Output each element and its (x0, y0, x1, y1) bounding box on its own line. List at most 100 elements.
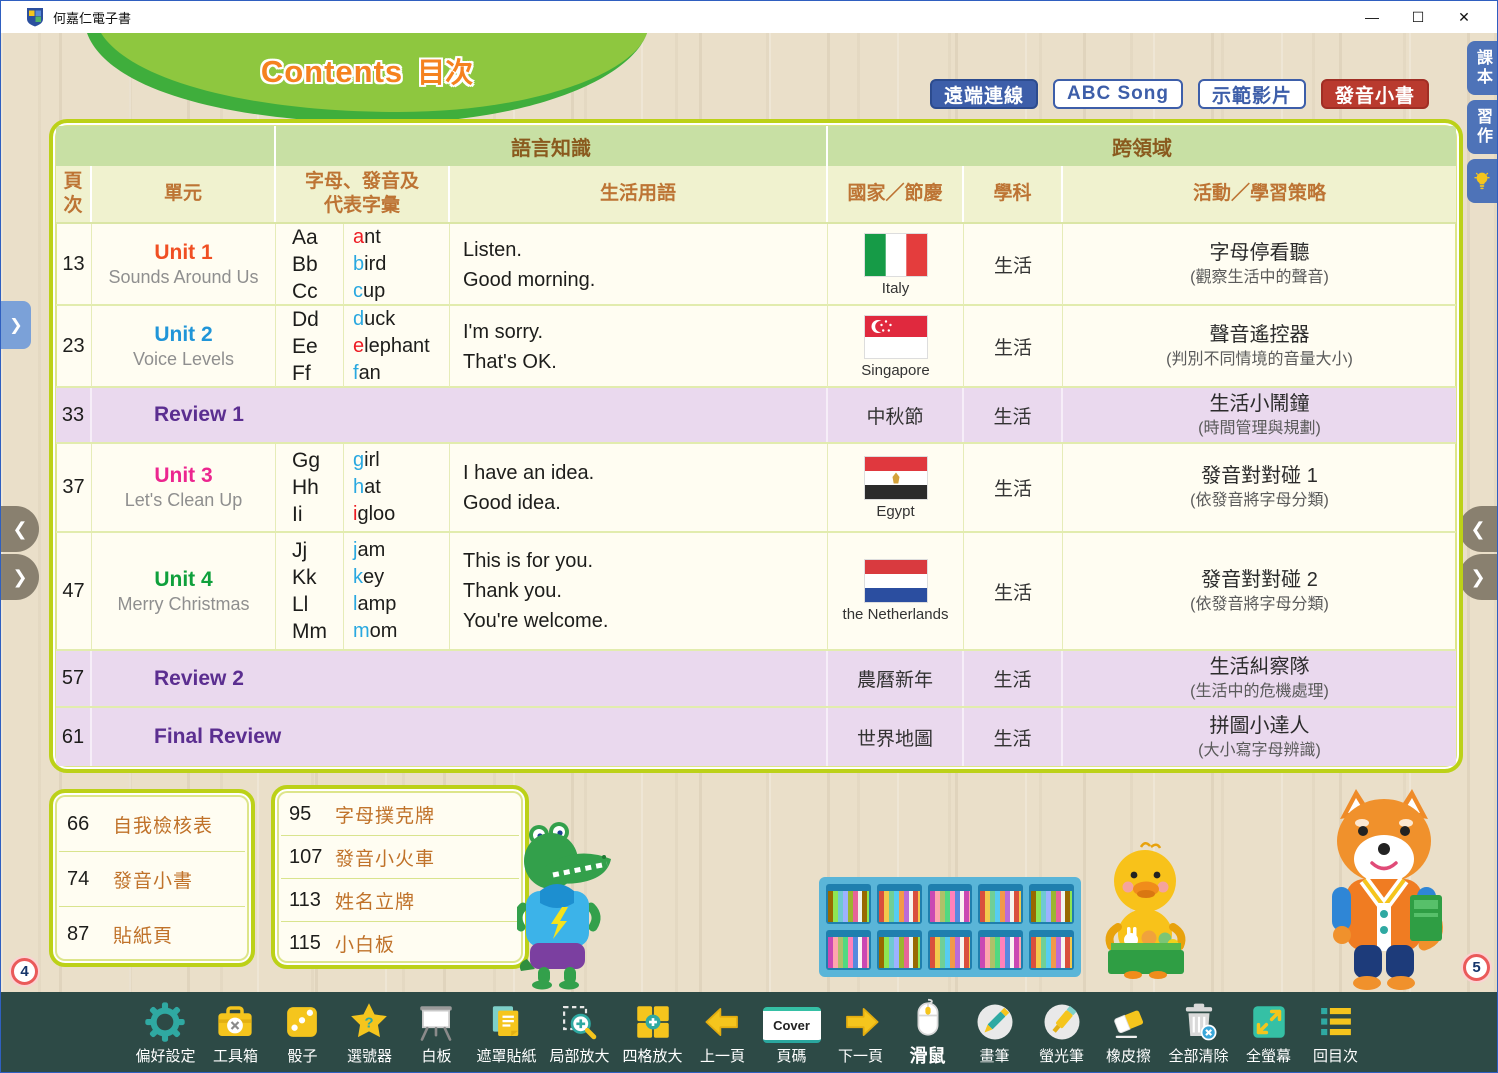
appendix-row: 115小白板 (281, 922, 519, 965)
toolbar-item-quad-zoom[interactable]: 四格放大 (621, 999, 685, 1066)
pen-icon (974, 999, 1016, 1043)
group-header-language: 語言知識 (276, 126, 828, 166)
table-row: 37Unit 3Let's Clean UpGgHhIigirlhatigloo… (56, 444, 1456, 533)
letter-pair: Ee (292, 333, 343, 360)
country-label: the Netherlands (843, 606, 949, 623)
toolbar-item-label: 回目次 (1313, 1045, 1358, 1066)
toolbar-item-label: 四格放大 (623, 1045, 683, 1066)
activity-note: (生活中的危機處理) (1190, 680, 1329, 703)
phonics-book-button[interactable]: 發音小書 (1321, 79, 1429, 109)
toolbar-item-label: 下一頁 (838, 1045, 883, 1066)
netherlands-flag-icon (864, 559, 928, 603)
cell-phrases: This is for you.Thank you.You're welcome… (450, 533, 828, 649)
toolbar-item-preferences[interactable]: 偏好設定 (133, 999, 197, 1066)
crocodile-mascot (517, 809, 619, 991)
side-tab-hint[interactable] (1467, 159, 1497, 203)
page-number-display: Cover (763, 1007, 821, 1043)
toolbar-item-page-number[interactable]: Cover頁碼 (761, 999, 823, 1066)
demo-video-button[interactable]: 示範影片 (1198, 79, 1306, 109)
toolbar-item-mask-sticker[interactable]: 遮罩貼紙 (474, 999, 538, 1066)
toolbar-item-label: 橡皮擦 (1106, 1045, 1151, 1066)
column-header-page: 頁次 (56, 166, 92, 222)
toolbar-item-mouse[interactable]: 滑鼠 (899, 996, 957, 1068)
table-column-header-row: 頁次單元字母、發音及 代表字彙生活用語國家／節慶學科活動／學習策略 (56, 166, 1456, 224)
minimize-button[interactable]: — (1349, 3, 1395, 31)
toolbar-item-area-zoom[interactable]: 局部放大 (547, 999, 611, 1066)
toolbar-item-label: 上一頁 (700, 1045, 745, 1066)
svg-text:?: ? (365, 1015, 374, 1031)
dice-icon (281, 999, 323, 1043)
arrow-right-icon (840, 999, 882, 1043)
next-page-edge-button-right[interactable]: ❯ (1459, 554, 1497, 600)
cell-page-number: 61 (56, 708, 92, 766)
cell-activity: 生活小鬧鐘(時間管理與規劃) (1063, 388, 1456, 442)
next-page-edge-button-left[interactable]: ❯ (1, 554, 39, 600)
expand-panel-tab[interactable]: ❯ (1, 301, 31, 349)
phrase-line: Thank you. (463, 576, 827, 606)
appendix-box-1: 66自我檢核表74發音小書87貼紙頁 (49, 789, 255, 967)
top-button-row: 遠端連線 ABC Song 示範影片發音小書 (930, 79, 1429, 109)
cell-activity: 字母停看聽(觀察生活中的聲音) (1063, 224, 1456, 305)
review-title: Review 1 (92, 388, 828, 442)
toolbar-item-clear-all[interactable]: 全部清除 (1167, 999, 1231, 1066)
activity-note: (依發音將字母分類) (1190, 489, 1329, 512)
toolbar-item-next-page[interactable]: 下一頁 (832, 999, 890, 1066)
abc-song-button[interactable]: ABC Song (1053, 79, 1183, 109)
toolbar-item-back-to-contents[interactable]: 回目次 (1307, 999, 1365, 1066)
side-tab-textbook[interactable]: 課本 (1467, 41, 1497, 95)
toolbar-item-whiteboard[interactable]: 白板 (407, 999, 465, 1066)
appendix-page-number: 107 (289, 846, 335, 869)
letter-pair: Ff (292, 360, 343, 387)
unit-title: Unit 1 (92, 241, 275, 265)
activity-note: (觀察生活中的聲音) (1190, 266, 1329, 289)
phrase-line: That's OK. (463, 347, 827, 377)
phrase-line: I have an idea. (463, 458, 827, 488)
toolbar-item-highlighter[interactable]: 螢光筆 (1033, 999, 1091, 1066)
toolbar-item-number-picker[interactable]: ?選號器 (340, 999, 398, 1066)
letter-pair: Dd (292, 306, 343, 333)
arrow-left-icon (702, 999, 744, 1043)
toolbar-item-dice[interactable]: 骰子 (273, 999, 331, 1066)
appendix-page-number: 66 (67, 813, 113, 836)
table-row: 61Final Review世界地圖生活拼圖小達人(大小寫字母辨識) (56, 708, 1456, 766)
table-group-header-row: 語言知識跨領域 (56, 126, 1456, 166)
toolbar-item-pen[interactable]: 畫筆 (966, 999, 1024, 1066)
close-button[interactable]: ✕ (1441, 3, 1487, 31)
cell-country: the Netherlands (828, 533, 964, 649)
letter-pair: Bb (292, 251, 343, 278)
cell-country: Egypt (828, 444, 964, 531)
toolbar-item-toolbox[interactable]: 工具箱 (206, 999, 264, 1066)
letter-pair: Ll (292, 591, 343, 618)
appendix-page-number: 95 (289, 803, 335, 826)
toolbar-item-prev-page[interactable]: 上一頁 (694, 999, 752, 1066)
word: mom (353, 618, 449, 645)
appendix-label: 自我檢核表 (113, 811, 213, 838)
cell-words: girlhatigloo (344, 444, 450, 531)
prev-page-edge-button-left[interactable]: ❮ (1, 506, 39, 552)
appendix-label: 字母撲克牌 (335, 801, 435, 828)
side-tab-workbook[interactable]: 習作 (1467, 100, 1497, 154)
cell-words: antbirdcup (344, 224, 450, 305)
window-title: 何嘉仁電子書 (53, 8, 131, 27)
appendix-row: 95字母撲克牌 (281, 793, 519, 836)
column-header-unit: 單元 (92, 166, 276, 222)
remote-connect-button[interactable]: 遠端連線 (930, 79, 1038, 109)
cell-subject: 生活 (964, 388, 1063, 442)
toolbar-item-eraser[interactable]: 橡皮擦 (1100, 999, 1158, 1066)
activity-title: 聲音遙控器 (1210, 322, 1310, 348)
cell-activity: 發音對對碰 2(依發音將字母分類) (1063, 533, 1456, 649)
letter-pair: Hh (292, 474, 343, 501)
country-label: Egypt (876, 503, 914, 520)
cell-letters: GgHhIi (276, 444, 344, 531)
prev-page-edge-button-right[interactable]: ❮ (1459, 506, 1497, 552)
list-icon (1315, 999, 1357, 1043)
toolbar-item-fullscreen[interactable]: 全螢幕 (1240, 999, 1298, 1066)
activity-note: (時間管理與規劃) (1198, 417, 1321, 440)
maximize-button[interactable]: ☐ (1395, 3, 1441, 31)
cell-festival: 農曆新年 (828, 651, 964, 706)
column-header-subject: 學科 (964, 166, 1063, 222)
letter-pair: Gg (292, 447, 343, 474)
cell-unit: Unit 2Voice Levels (92, 306, 276, 387)
appendix-page-number: 115 (289, 932, 335, 955)
appendix-label: 貼紙頁 (113, 921, 173, 948)
